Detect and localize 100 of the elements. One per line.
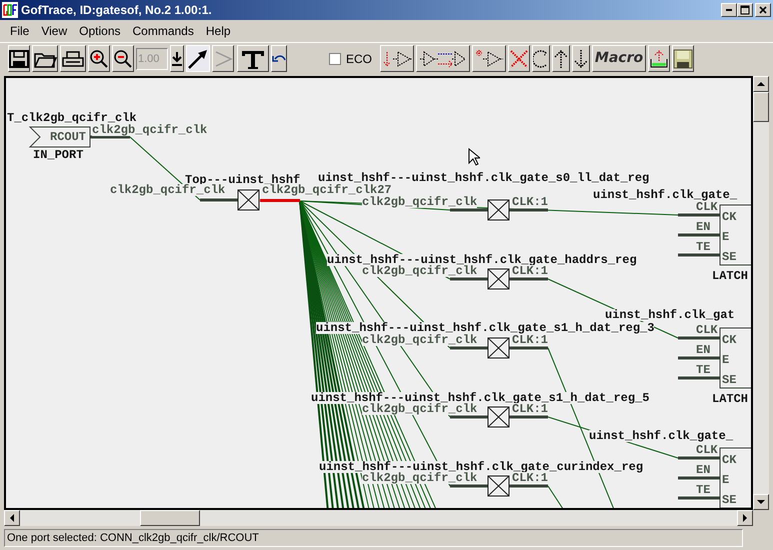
wire <box>509 484 548 488</box>
buffer-insert-icon <box>381 48 414 68</box>
add-gate-button[interactable] <box>472 45 506 72</box>
insert-buffer-button[interactable] <box>380 45 414 72</box>
vertical-scrollbar[interactable] <box>753 76 769 510</box>
wire <box>678 214 720 216</box>
wire <box>678 496 720 500</box>
pin-label: TE <box>696 241 710 253</box>
undo-icon <box>272 54 286 64</box>
save-button[interactable] <box>8 45 30 72</box>
minimize-icon <box>726 9 732 11</box>
gate-symbol <box>488 268 510 290</box>
move-down-button[interactable] <box>572 45 590 72</box>
pin-label: CK <box>722 334 736 346</box>
pin-label: EN <box>696 344 710 356</box>
instance-label: uinst_hshf.clk_gat <box>605 309 735 321</box>
gate-symbol <box>488 406 510 428</box>
wire <box>678 336 720 340</box>
upload-icon <box>649 48 670 68</box>
wire <box>450 484 488 488</box>
pin-label: clk2gb_qcifr_clk <box>362 196 478 208</box>
pin-label: clk2gb_qcifr_clk <box>110 184 226 196</box>
scroll-thumb[interactable] <box>753 92 769 122</box>
window-title: GofTrace, ID:gatesof, No.2 1.00:1. <box>21 2 212 19</box>
macro-button[interactable]: Macro <box>592 45 646 72</box>
down-arrow-icon <box>171 50 183 66</box>
wire <box>509 208 548 212</box>
menu-item[interactable]: Help <box>200 22 237 40</box>
down-arrow-icon <box>573 48 590 68</box>
pin-label: RCOUT <box>50 131 86 143</box>
latch-type-label: LATCH <box>712 270 748 282</box>
pin-label: SE <box>722 494 736 506</box>
instance-label: uinst_hshf---uinst_hshf.clk_gate_s1_h_dat_reg_3 <box>316 322 654 334</box>
pin-label: clk2gb_qcifr_clk <box>362 403 478 415</box>
instance-label: uinst_hshf---uinst_hshf.clk_gate_s0_ll_dat_reg <box>318 172 650 184</box>
pin-label: SE <box>722 374 736 386</box>
pin-label: CLK:1 <box>512 334 548 346</box>
scroll-right-button[interactable] <box>737 510 753 526</box>
wire <box>450 416 488 418</box>
wire <box>450 278 488 280</box>
wire <box>200 198 238 202</box>
save-all-button[interactable] <box>672 45 694 72</box>
wire <box>509 346 548 350</box>
wire <box>450 346 488 350</box>
instance-label: uinst_hshf.clk_gate_ <box>593 189 738 201</box>
pin-label: CLK <box>696 201 718 213</box>
right-arrow-icon <box>743 514 747 522</box>
horizontal-scrollbar[interactable] <box>4 510 753 526</box>
minimize-button[interactable] <box>721 3 737 17</box>
pin-label: EN <box>696 464 710 476</box>
print-button[interactable] <box>60 45 86 72</box>
scroll-left-button[interactable] <box>4 510 20 526</box>
undo-button[interactable] <box>271 45 287 72</box>
pointer-tool-button[interactable] <box>186 45 210 72</box>
wire <box>90 136 130 138</box>
text-tool-button[interactable] <box>237 45 269 72</box>
rotate-button[interactable] <box>532 45 550 72</box>
up-arrow-icon <box>553 48 570 68</box>
zoom-in-button[interactable] <box>88 45 110 72</box>
zoom-out-button[interactable] <box>112 45 134 72</box>
status-text: One port selected: CONN_clk2gb_qcifr_clk/RCOUT <box>7 530 259 546</box>
pin-label: clk2gb_qcifr_clk27 <box>262 184 392 196</box>
wire <box>678 376 720 380</box>
arrow-icon <box>187 48 209 70</box>
delete-button[interactable] <box>508 45 530 72</box>
pin-label: E <box>722 474 730 486</box>
letter-t-icon <box>240 48 266 68</box>
pin-label: CK <box>722 454 736 466</box>
scroll-up-button[interactable] <box>753 76 769 92</box>
menu-item[interactable]: Commands <box>126 22 200 40</box>
pin-label: CLK:1 <box>512 403 548 415</box>
move-up-button[interactable] <box>552 45 570 72</box>
connect-gates-button[interactable] <box>416 45 470 72</box>
pin-label: CLK:1 <box>512 265 548 277</box>
gate-add-icon <box>473 48 506 68</box>
pin-label: clk2gb_qcifr_clk <box>362 472 478 484</box>
export-button[interactable] <box>648 45 670 72</box>
eco-checkbox[interactable] <box>329 52 341 64</box>
wire <box>678 476 720 480</box>
menu-item[interactable]: View <box>35 22 74 40</box>
wire <box>509 416 548 418</box>
pin-label: CK <box>722 211 736 223</box>
maximize-button[interactable] <box>737 3 753 17</box>
gate-symbol <box>488 200 510 220</box>
checkbox-label: ECO <box>346 50 372 68</box>
pin-label: clk2gb_qcifr_clk <box>362 334 478 346</box>
menu-item[interactable]: File <box>4 22 36 40</box>
zoom-dropdown-button[interactable] <box>170 45 184 72</box>
pin-label: TE <box>696 484 710 496</box>
gate-symbol <box>488 476 510 496</box>
close-button[interactable] <box>755 3 771 17</box>
gate-symbol <box>488 338 510 358</box>
pin-label: clk2gb_qcifr_clk <box>362 265 478 277</box>
instance-label: uinst_hshf---uinst_hshf.clk_gate_s1_h_dat_reg_5 <box>311 392 650 404</box>
open-button[interactable] <box>32 45 58 72</box>
menu-item[interactable]: Options <box>73 22 126 40</box>
pin-label: CLK <box>696 324 718 336</box>
scroll-thumb[interactable] <box>140 510 200 526</box>
pin-label: E <box>722 231 730 243</box>
scroll-down-button[interactable] <box>753 494 769 510</box>
